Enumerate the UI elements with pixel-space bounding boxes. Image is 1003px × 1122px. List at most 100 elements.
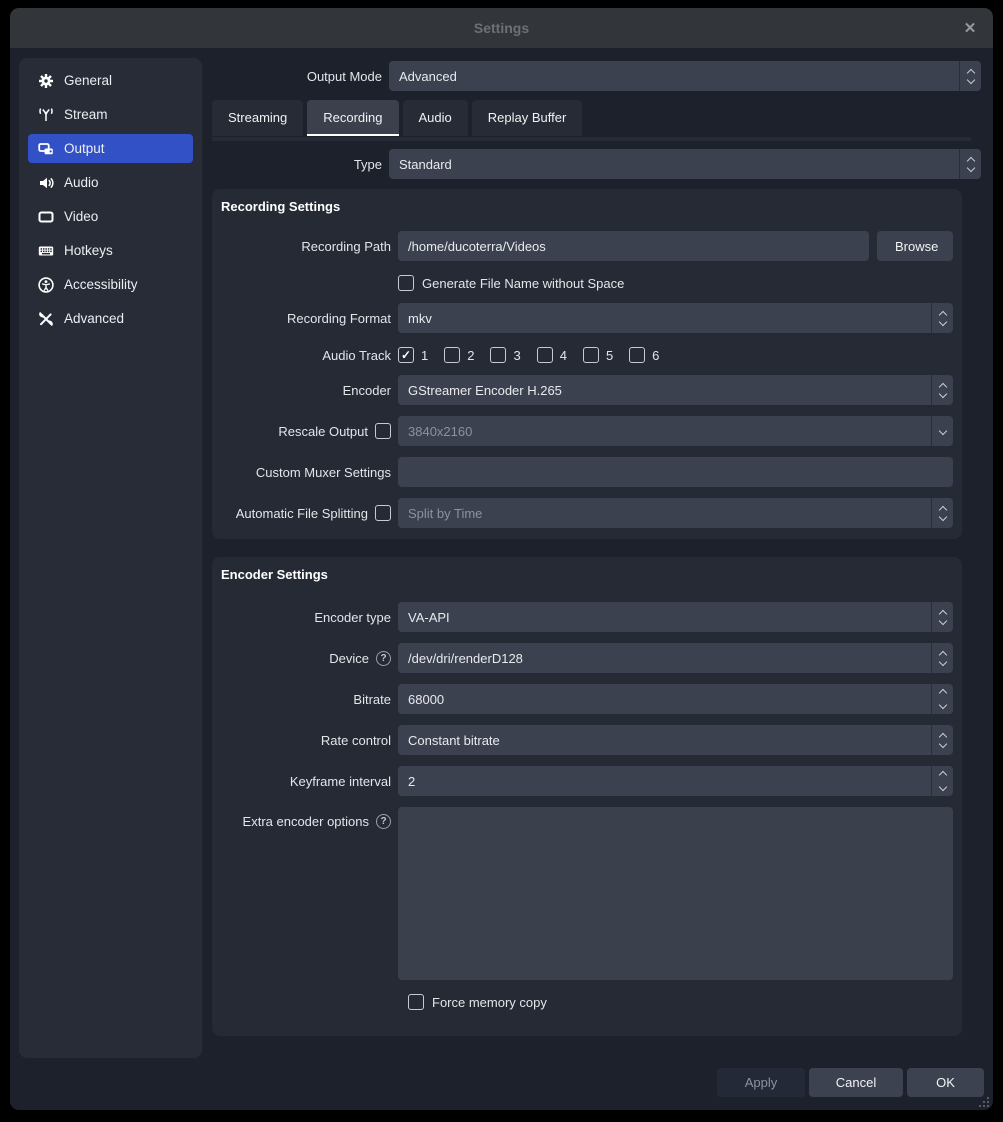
audio-track-4-checkbox[interactable] [537,347,553,363]
sidebar-item-hotkeys[interactable]: Hotkeys [28,236,193,265]
settings-sidebar: General Stream Output Audio [19,58,202,1058]
chevron-updown-icon [931,498,953,528]
rescale-resolution-value: 3840x2160 [398,416,931,446]
output-tabs: Streaming Recording Audio Replay Buffer [212,100,971,136]
audio-track-6-checkbox[interactable] [629,347,645,363]
keyframe-interval-spinbox[interactable]: 2 [398,766,953,796]
resize-grip[interactable] [976,1094,990,1108]
cancel-button[interactable]: Cancel [809,1068,903,1097]
sidebar-item-output[interactable]: Output [28,134,193,163]
chevron-updown-icon [959,149,981,179]
recording-type-value: Standard [389,149,959,179]
output-mode-value: Advanced [389,61,959,91]
chevron-updown-icon [931,375,953,405]
encoder-label: Encoder [221,383,391,398]
group-title: Encoder Settings [221,567,953,582]
tab-streaming[interactable]: Streaming [212,100,303,136]
rescale-resolution-select[interactable]: 3840x2160 [398,416,953,446]
rescale-output-checkbox[interactable] [375,423,391,439]
custom-muxer-label: Custom Muxer Settings [221,465,391,480]
browse-button[interactable]: Browse [877,231,953,261]
tab-replay-buffer[interactable]: Replay Buffer [472,100,583,136]
audio-track-5-checkbox[interactable] [583,347,599,363]
recording-path-label: Recording Path [221,239,391,254]
rate-control-label: Rate control [221,733,391,748]
encoder-value: GStreamer Encoder H.265 [398,375,931,405]
auto-file-splitting-select[interactable]: Split by Time [398,498,953,528]
recording-format-label: Recording Format [221,311,391,326]
sidebar-item-accessibility[interactable]: Accessibility [28,270,193,299]
tab-audio[interactable]: Audio [403,100,468,136]
sidebar-item-label: Audio [64,175,99,190]
recording-path-input[interactable] [398,231,869,261]
sidebar-item-label: Advanced [64,311,124,326]
bitrate-label: Bitrate [221,692,391,707]
device-value: /dev/dri/renderD128 [398,643,931,673]
help-icon[interactable]: ? [376,651,391,666]
recording-type-label: Type [212,157,382,172]
recording-format-select[interactable]: mkv [398,303,953,333]
extra-encoder-options-label: Extra encoder options [243,814,369,829]
broadcast-icon [38,107,54,123]
chevron-down-icon [931,416,953,446]
speaker-icon [38,175,54,191]
encoder-type-label: Encoder type [221,610,391,625]
group-title: Recording Settings [221,199,953,214]
tab-pane-divider [212,137,971,141]
output-mode-select[interactable]: Advanced [389,61,981,91]
encoder-settings-group: Encoder Settings Encoder type VA-API Dev… [212,557,962,1036]
generate-no-space-checkbox[interactable] [398,275,414,291]
tab-recording[interactable]: Recording [307,100,398,136]
spinner-arrows-icon[interactable] [931,766,953,796]
auto-file-splitting-checkbox[interactable] [375,505,391,521]
sidebar-item-video[interactable]: Video [28,202,193,231]
sidebar-item-stream[interactable]: Stream [28,100,193,129]
sidebar-item-label: Stream [64,107,108,122]
recording-settings-group: Recording Settings Recording Path Browse… [212,189,962,539]
rate-control-value: Constant bitrate [398,725,931,755]
bitrate-spinbox[interactable]: 68000 [398,684,953,714]
sidebar-item-label: Hotkeys [64,243,113,258]
auto-file-splitting-value: Split by Time [398,498,931,528]
encoder-type-select[interactable]: VA-API [398,602,953,632]
output-settings-panel: Output Mode Advanced Streaming Recording… [212,48,971,1036]
apply-button[interactable]: Apply [717,1068,805,1097]
chevron-updown-icon [931,602,953,632]
sidebar-item-general[interactable]: General [28,66,193,95]
audio-track-3-checkbox[interactable] [490,347,506,363]
keyframe-interval-value: 2 [398,766,931,796]
help-icon[interactable]: ? [376,814,391,829]
custom-muxer-input[interactable] [398,457,953,487]
force-memory-copy-checkbox[interactable] [408,994,424,1010]
audio-track-1-checkbox[interactable] [398,347,414,363]
close-icon[interactable]: ✕ [960,18,980,38]
chevron-updown-icon [959,61,981,91]
recording-type-select[interactable]: Standard [389,149,981,179]
generate-no-space-label: Generate File Name without Space [422,276,624,291]
sidebar-item-label: Video [64,209,98,224]
sidebar-item-advanced[interactable]: Advanced [28,304,193,333]
accessibility-icon [38,277,54,293]
ok-button[interactable]: OK [907,1068,984,1097]
settings-window: Settings ✕ General Stream Out [10,8,993,1110]
extra-encoder-options-input[interactable] [398,807,953,980]
tools-icon [38,311,54,327]
audio-track-2-checkbox[interactable] [444,347,460,363]
sidebar-item-label: General [64,73,112,88]
chevron-updown-icon [931,303,953,333]
encoder-select[interactable]: GStreamer Encoder H.265 [398,375,953,405]
window-title: Settings [474,20,529,36]
device-select[interactable]: /dev/dri/renderD128 [398,643,953,673]
bitrate-value: 68000 [398,684,931,714]
sidebar-item-audio[interactable]: Audio [28,168,193,197]
sidebar-item-label: Output [64,141,105,156]
encoder-type-value: VA-API [398,602,931,632]
rescale-output-label: Rescale Output [278,424,368,439]
sidebar-item-label: Accessibility [64,277,138,292]
monitor-icon [38,209,54,225]
rate-control-select[interactable]: Constant bitrate [398,725,953,755]
dialog-footer: Apply Cancel OK [717,1068,984,1097]
keyboard-icon [38,243,54,259]
audio-track-label: Audio Track [221,348,391,363]
spinner-arrows-icon[interactable] [931,684,953,714]
